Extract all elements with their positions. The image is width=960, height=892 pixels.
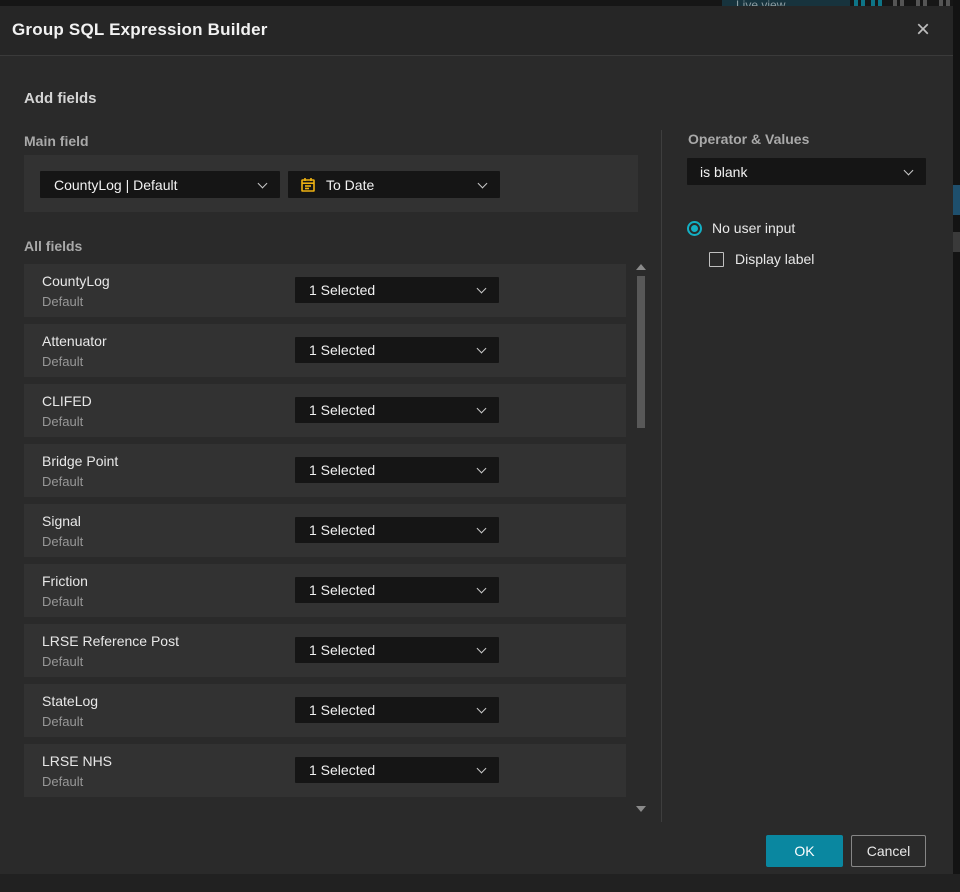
background-blue-fragment xyxy=(953,185,960,215)
all-fields-list: CountyLog Default 1 Selected Attenuator … xyxy=(24,264,626,797)
display-label-checkbox[interactable]: Display label xyxy=(709,251,814,267)
field-name: Friction xyxy=(42,573,88,589)
field-type: Default xyxy=(42,594,84,609)
main-field-dropdown-value: CountyLog | Default xyxy=(54,176,178,193)
selected-values-dropdown[interactable]: 1 Selected xyxy=(295,397,499,423)
cancel-button[interactable]: Cancel xyxy=(851,835,926,867)
close-button[interactable]: × xyxy=(907,13,939,47)
field-row-statelog: StateLog Default 1 Selected xyxy=(24,684,626,737)
checkbox-unchecked-icon xyxy=(709,251,724,267)
field-name: LRSE NHS xyxy=(42,753,113,769)
selected-values-text: 1 Selected xyxy=(309,582,376,598)
scrollbar-up-arrow[interactable] xyxy=(636,264,646,270)
backdrop-bottom-strip xyxy=(0,874,960,892)
close-icon: × xyxy=(915,16,930,43)
radio-selected-icon xyxy=(687,220,702,236)
chevron-down-icon xyxy=(476,583,487,594)
selected-values-dropdown[interactable]: 1 Selected xyxy=(295,637,499,663)
main-field-label: Main field xyxy=(24,133,89,149)
field-row-countylog: CountyLog Default 1 Selected xyxy=(24,264,626,317)
calendar-icon xyxy=(300,177,316,193)
field-type: Default xyxy=(42,474,84,489)
selected-values-dropdown[interactable]: 1 Selected xyxy=(295,457,499,483)
field-type: Default xyxy=(42,774,84,789)
dialog-header: Group SQL Expression Builder × xyxy=(0,6,953,56)
selected-values-text: 1 Selected xyxy=(309,282,376,298)
display-label-text: Display label xyxy=(735,251,815,267)
selected-values-dropdown[interactable]: 1 Selected xyxy=(295,697,499,723)
chevron-down-icon xyxy=(476,343,487,354)
field-row-signal: Signal Default 1 Selected xyxy=(24,504,626,557)
field-name: CountyLog xyxy=(42,273,110,289)
chevron-down-icon xyxy=(476,703,487,714)
field-name: LRSE Reference Post xyxy=(42,633,179,649)
selected-values-text: 1 Selected xyxy=(309,522,376,538)
field-row-friction: Friction Default 1 Selected xyxy=(24,564,626,617)
field-type: Default xyxy=(42,654,84,669)
vertical-divider xyxy=(661,130,662,822)
operator-dropdown[interactable]: is blank xyxy=(687,158,926,185)
field-type: Default xyxy=(42,534,84,549)
field-row-lrse-nhs: LRSE NHS Default 1 Selected xyxy=(24,744,626,797)
selected-values-text: 1 Selected xyxy=(309,642,376,658)
selected-values-text: 1 Selected xyxy=(309,462,376,478)
selected-values-dropdown[interactable]: 1 Selected xyxy=(295,517,499,543)
scrollbar-down-arrow[interactable] xyxy=(636,806,646,812)
selected-values-dropdown[interactable]: 1 Selected xyxy=(295,757,499,783)
operator-values-label: Operator & Values xyxy=(688,131,810,147)
chevron-down-icon xyxy=(476,463,487,474)
chevron-down-icon xyxy=(477,178,488,188)
field-type: Default xyxy=(42,714,84,729)
field-row-attenuator: Attenuator Default 1 Selected xyxy=(24,324,626,377)
no-user-input-radio[interactable]: No user input xyxy=(687,220,795,236)
main-field-panel: CountyLog | Default To Date xyxy=(24,155,638,212)
selected-values-dropdown[interactable]: 1 Selected xyxy=(295,337,499,363)
operator-dropdown-value: is blank xyxy=(700,163,748,180)
chevron-down-icon xyxy=(476,523,487,534)
dialog-title: Group SQL Expression Builder xyxy=(12,20,268,39)
selected-values-text: 1 Selected xyxy=(309,402,376,418)
chevron-down-icon xyxy=(476,283,487,294)
field-row-bridge-point: Bridge Point Default 1 Selected xyxy=(24,444,626,497)
field-row-lrse-reference-post: LRSE Reference Post Default 1 Selected xyxy=(24,624,626,677)
selected-values-dropdown[interactable]: 1 Selected xyxy=(295,277,499,303)
field-type: Default xyxy=(42,414,84,429)
selected-values-dropdown[interactable]: 1 Selected xyxy=(295,577,499,603)
scrollbar-thumb[interactable] xyxy=(637,276,645,428)
add-fields-title: Add fields xyxy=(24,90,97,107)
field-row-clifed: CLIFED Default 1 Selected xyxy=(24,384,626,437)
main-field-dropdown[interactable]: CountyLog | Default xyxy=(40,171,280,198)
date-type-dropdown-value: To Date xyxy=(326,176,375,193)
screen: Live view Group SQL Expression Builder ×… xyxy=(0,0,960,892)
ok-button[interactable]: OK xyxy=(766,835,843,867)
no-user-input-label: No user input xyxy=(712,220,796,236)
chevron-down-icon xyxy=(476,763,487,774)
field-name: Signal xyxy=(42,513,81,529)
selected-values-text: 1 Selected xyxy=(309,342,376,358)
chevron-down-icon xyxy=(476,643,487,654)
group-sql-expression-builder-dialog: Group SQL Expression Builder × Add field… xyxy=(0,6,953,874)
selected-values-text: 1 Selected xyxy=(309,762,376,778)
field-type: Default xyxy=(42,294,84,309)
chevron-down-icon xyxy=(257,178,268,188)
chevron-down-icon xyxy=(903,165,914,175)
field-name: CLIFED xyxy=(42,393,92,409)
date-type-dropdown[interactable]: To Date xyxy=(288,171,500,198)
chevron-down-icon xyxy=(476,403,487,414)
field-type: Default xyxy=(42,354,84,369)
field-name: Bridge Point xyxy=(42,453,119,469)
field-name: Attenuator xyxy=(42,333,107,349)
field-name: StateLog xyxy=(42,693,99,709)
all-fields-label: All fields xyxy=(24,238,83,254)
selected-values-text: 1 Selected xyxy=(309,702,376,718)
background-gray-fragment xyxy=(953,232,960,252)
background-app-right-strip xyxy=(953,0,960,892)
